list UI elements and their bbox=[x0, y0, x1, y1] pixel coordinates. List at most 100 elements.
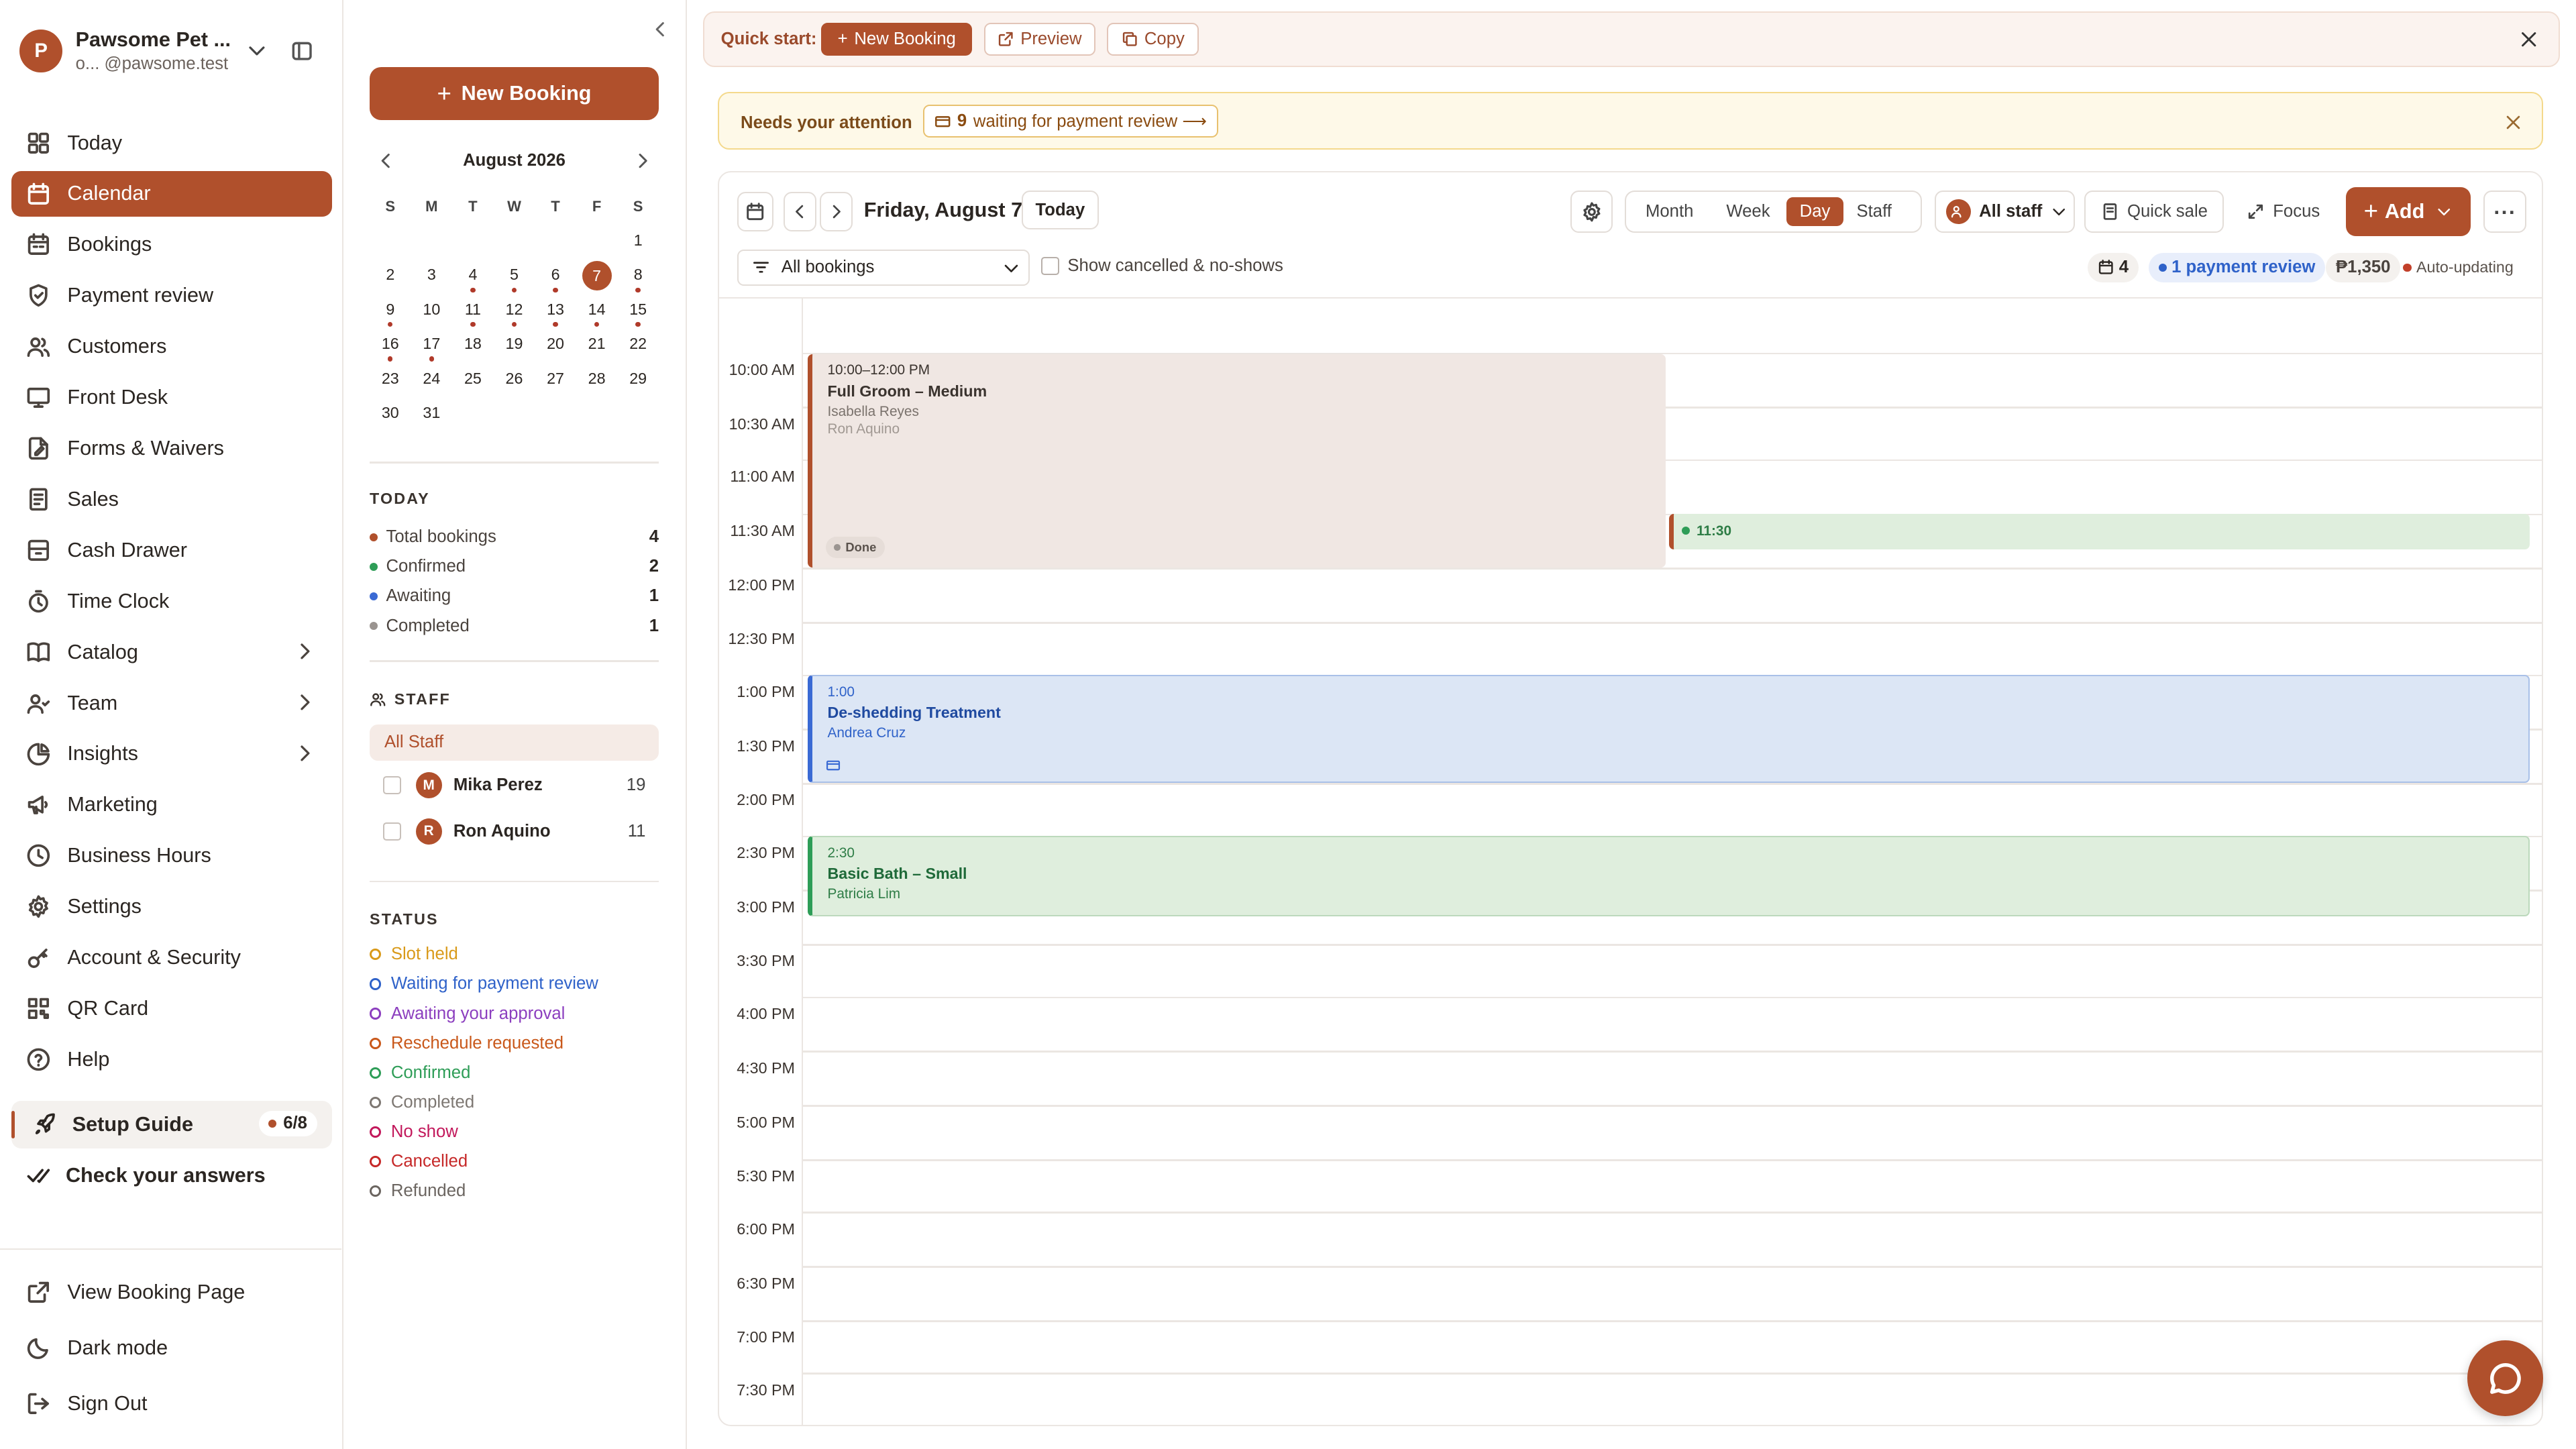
staff-row[interactable]: R Ron Aquino 11 bbox=[370, 815, 659, 848]
staff-selector[interactable]: All staff bbox=[1935, 190, 2075, 233]
view-staff-tab[interactable]: Staff bbox=[1843, 197, 1905, 227]
sign-out-button[interactable]: Sign Out bbox=[26, 1391, 148, 1416]
appointment-card[interactable]: 1:00 De-shedding Treatment Andrea Cruz bbox=[808, 674, 2530, 784]
nav-item-team[interactable]: Team bbox=[11, 680, 332, 727]
calendar-day[interactable]: 26 bbox=[494, 365, 535, 399]
calendar-day[interactable]: 22 bbox=[617, 330, 659, 364]
new-booking-button[interactable]: + New Booking bbox=[370, 67, 659, 120]
dark-mode-toggle[interactable]: Dark mode bbox=[26, 1336, 168, 1360]
show-cancelled-checkbox[interactable] bbox=[1041, 256, 1060, 275]
nav-item-help[interactable]: Help bbox=[11, 1036, 332, 1083]
quick-new-booking-button[interactable]: + New Booking bbox=[821, 22, 973, 56]
calendar-day[interactable]: 17 bbox=[411, 330, 453, 364]
sidebar-toggle-icon[interactable] bbox=[290, 40, 313, 62]
nav-item-forms[interactable]: Forms & Waivers bbox=[11, 425, 332, 472]
nav-item-bookings[interactable]: Bookings bbox=[11, 222, 332, 268]
calendar-day[interactable]: 8 bbox=[617, 261, 659, 295]
add-button[interactable]: + Add bbox=[2345, 186, 2471, 237]
nav-item-business-hours[interactable]: Business Hours bbox=[11, 833, 332, 879]
nav-item-front-desk[interactable]: Front Desk bbox=[11, 374, 332, 421]
view-day-tab[interactable]: Day bbox=[1786, 197, 1843, 227]
calendar-day[interactable]: 1 bbox=[617, 227, 659, 261]
calendar-day[interactable]: 14 bbox=[576, 296, 618, 330]
nav-item-qr-card[interactable]: QR Card bbox=[11, 985, 332, 1032]
quick-sale-button[interactable]: Quick sale bbox=[2084, 190, 2224, 233]
staff-row[interactable]: M Mika Perez 19 bbox=[370, 769, 659, 802]
calendar-settings-button[interactable] bbox=[1570, 190, 1613, 233]
nav-item-calendar[interactable]: Calendar bbox=[11, 170, 332, 217]
nav-item-customers[interactable]: Customers bbox=[11, 323, 332, 370]
chevron-right-icon[interactable] bbox=[633, 151, 652, 170]
check-answers-button[interactable]: Check your answers bbox=[26, 1163, 266, 1188]
view-month-tab[interactable]: Month bbox=[1631, 197, 1707, 227]
nav-item-catalog[interactable]: Catalog bbox=[11, 629, 332, 676]
close-icon[interactable] bbox=[2504, 113, 2522, 131]
nav-item-today[interactable]: Today bbox=[11, 120, 332, 166]
setup-guide-button[interactable]: Setup Guide 6/8 bbox=[11, 1100, 332, 1148]
payment-review-badge[interactable]: 1 payment review bbox=[2148, 252, 2326, 282]
view-booking-page-link[interactable]: View Booking Page bbox=[26, 1280, 245, 1305]
appointment-card[interactable]: 11:30 bbox=[1668, 513, 2530, 550]
appointment-card[interactable]: 10:00–12:00 PM Full Groom – Medium Isabe… bbox=[808, 354, 1666, 568]
nav-item-sales[interactable]: Sales bbox=[11, 476, 332, 523]
nav-item-marketing[interactable]: Marketing bbox=[11, 782, 332, 828]
nav-item-cash-drawer[interactable]: Cash Drawer bbox=[11, 527, 332, 574]
calendar-day[interactable]: 4 bbox=[452, 261, 494, 295]
view-week-tab[interactable]: Week bbox=[1713, 197, 1783, 227]
calendar-day[interactable]: 29 bbox=[617, 365, 659, 399]
next-day-button[interactable] bbox=[819, 192, 853, 231]
date-picker-button[interactable] bbox=[737, 192, 774, 231]
calendar-day[interactable]: 6 bbox=[535, 261, 576, 295]
empty-day bbox=[576, 399, 618, 433]
appointment-card[interactable]: 2:30 Basic Bath – Small Patricia Lim bbox=[808, 835, 2530, 916]
focus-button[interactable]: Focus bbox=[2234, 190, 2333, 233]
more-options-button[interactable]: ... bbox=[2483, 190, 2527, 233]
calendar-day[interactable]: 20 bbox=[535, 330, 576, 364]
staff-checkbox[interactable] bbox=[382, 776, 401, 795]
show-cancelled-toggle[interactable]: Show cancelled & no-shows bbox=[1041, 256, 1283, 276]
calendar-day[interactable]: 5 bbox=[494, 261, 535, 295]
calendar-day[interactable]: 18 bbox=[452, 330, 494, 364]
calendar-day[interactable]: 27 bbox=[535, 365, 576, 399]
calendar-day[interactable]: 30 bbox=[370, 399, 411, 433]
booking-filter-select[interactable]: All bookings bbox=[737, 249, 1030, 286]
nav-item-time-clock[interactable]: Time Clock bbox=[11, 578, 332, 625]
chat-support-button[interactable] bbox=[2467, 1340, 2544, 1417]
chevron-down-icon[interactable] bbox=[246, 40, 268, 61]
nav-item-payment-review[interactable]: Payment review bbox=[11, 272, 332, 319]
calendar-day[interactable]: 7 bbox=[576, 261, 618, 295]
nav-item-settings[interactable]: Settings bbox=[11, 883, 332, 930]
calendar-day[interactable]: 23 bbox=[370, 365, 411, 399]
today-button[interactable]: Today bbox=[1021, 190, 1099, 230]
business-switcher[interactable]: P Pawsome Pet ... o... @pawsome.test bbox=[19, 26, 325, 78]
calendar-day[interactable]: 19 bbox=[494, 330, 535, 364]
calendar-day[interactable]: 10 bbox=[411, 296, 453, 330]
staff-checkbox[interactable] bbox=[382, 822, 401, 841]
calendar-day[interactable]: 25 bbox=[452, 365, 494, 399]
weekday-label: S bbox=[385, 197, 396, 215]
previous-day-button[interactable] bbox=[783, 192, 816, 231]
calendar-day[interactable]: 11 bbox=[452, 296, 494, 330]
calendar-day[interactable]: 3 bbox=[411, 261, 453, 295]
calendar-day[interactable]: 9 bbox=[370, 296, 411, 330]
status-label: Completed bbox=[390, 1092, 475, 1112]
calendar-day[interactable]: 21 bbox=[576, 330, 618, 364]
calendar-day[interactable]: 16 bbox=[370, 330, 411, 364]
calendar-day[interactable]: 24 bbox=[411, 365, 453, 399]
staff-filter-all[interactable]: All Staff bbox=[370, 724, 659, 761]
calendar-day[interactable]: 13 bbox=[535, 296, 576, 330]
payment-review-alert-link[interactable]: 9 waiting for payment review ⟶ bbox=[922, 105, 1218, 138]
calendar-day[interactable]: 28 bbox=[576, 365, 618, 399]
calendar-day[interactable]: 2 bbox=[370, 261, 411, 295]
nav-item-account-security[interactable]: Account & Security bbox=[11, 934, 332, 981]
preview-button[interactable]: Preview bbox=[983, 22, 1096, 56]
copy-button[interactable]: Copy bbox=[1107, 22, 1199, 56]
nav-item-insights[interactable]: Insights bbox=[11, 731, 332, 777]
calendar-day[interactable]: 31 bbox=[411, 399, 453, 433]
calendar-day[interactable]: 15 bbox=[617, 296, 659, 330]
calendar-day[interactable]: 12 bbox=[494, 296, 535, 330]
today-stat-row: Completed 1 bbox=[370, 611, 659, 641]
chevron-left-icon[interactable] bbox=[651, 19, 670, 39]
hour-line bbox=[801, 1320, 2542, 1322]
close-icon[interactable] bbox=[2519, 30, 2538, 49]
